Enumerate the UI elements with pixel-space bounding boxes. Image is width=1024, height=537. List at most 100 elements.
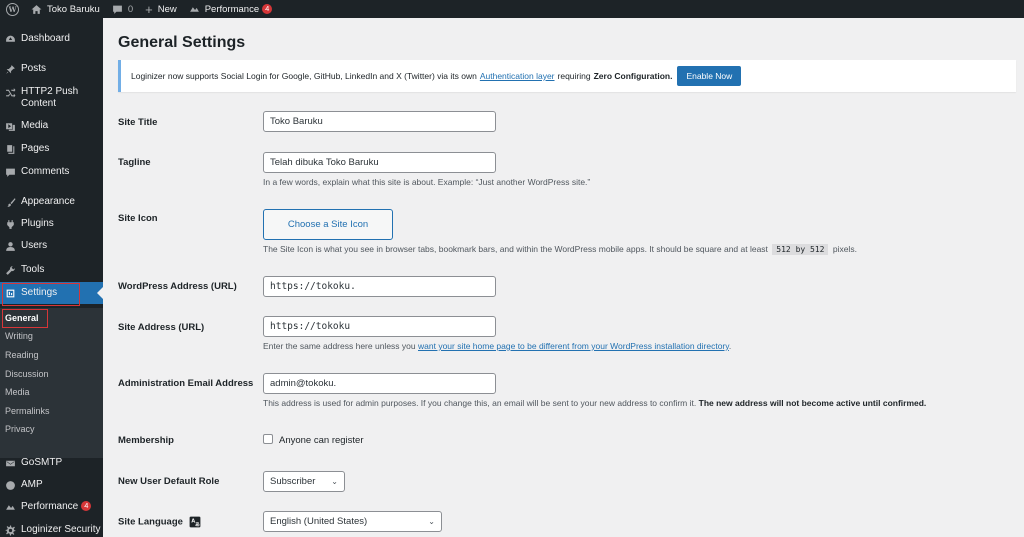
submenu-item-privacy[interactable]: Privacy	[5, 424, 35, 434]
site-name: Toko Baruku	[47, 3, 100, 15]
gear-icon	[4, 524, 16, 536]
performance-label: Performance	[204, 3, 260, 15]
admin-email-input[interactable]: admin@tokoku.	[263, 373, 496, 394]
comments-icon	[4, 166, 16, 178]
submenu-item-writing[interactable]: Writing	[5, 331, 33, 341]
settings-submenu: General Writing Reading Discussion Media…	[0, 308, 103, 458]
sidebar-item-appearance[interactable]: Appearance	[0, 196, 103, 208]
authentication-layer-link[interactable]: Authentication layer	[480, 71, 555, 81]
comments-menu[interactable]: 0	[106, 0, 139, 18]
admin-email-description: This address is used for admin purposes.…	[263, 398, 926, 408]
sidebar-item-label: AMP	[21, 479, 43, 490]
envelope-icon	[4, 457, 16, 469]
plug-icon	[4, 218, 16, 230]
sidebar-item-amp[interactable]: AMP	[0, 479, 103, 491]
sidebar-item-label: Comments	[21, 166, 70, 177]
tagline-input[interactable]: Telah dibuka Toko Baruku	[263, 152, 496, 173]
dashboard-icon	[4, 33, 16, 45]
site-icon-desc-text-2: pixels.	[832, 244, 857, 254]
translation-icon: Aあ	[189, 516, 201, 528]
sidebar-item-label: Pages	[21, 143, 50, 154]
site-address-description: Enter the same address here unless you w…	[263, 341, 731, 351]
loginizer-notice: Loginizer now supports Social Login for …	[118, 60, 1016, 92]
site-address-desc-period: .	[728, 341, 732, 351]
admin-email-desc-bold: The new address will not become active u…	[698, 398, 927, 408]
new-label: New	[157, 3, 177, 15]
admin-sidebar: Dashboard Posts HTTP2 Push Content Media…	[0, 18, 103, 537]
pushpin-icon	[4, 63, 16, 75]
highlight-box-general	[2, 309, 48, 328]
sidebar-item-gosmtp[interactable]: GoSMTP	[0, 457, 103, 469]
home-icon	[31, 4, 42, 15]
media-icon	[4, 120, 16, 132]
chevron-down-icon: ⌄	[331, 477, 338, 486]
site-language-selected: English (United States)	[270, 516, 368, 527]
performance-menu[interactable]: Performance 4	[183, 0, 279, 18]
enable-now-button[interactable]: Enable Now	[677, 66, 742, 86]
site-address-desc-text: Enter the same address here unless you	[263, 341, 416, 351]
anyone-can-register-checkbox[interactable]	[263, 434, 273, 444]
anyone-can-register-label[interactable]: Anyone can register	[279, 435, 364, 446]
sidebar-item-loginizer-security[interactable]: Loginizer Security	[0, 524, 103, 536]
sidebar-item-dashboard[interactable]: Dashboard	[0, 33, 103, 45]
sidebar-item-label: Users	[21, 240, 48, 251]
site-icon-size-code: 512 by 512	[772, 244, 829, 255]
sidebar-item-label: Tools	[21, 264, 45, 275]
submenu-item-permalinks[interactable]: Permalinks	[5, 406, 50, 416]
submenu-item-reading[interactable]: Reading	[5, 350, 39, 360]
site-language-select[interactable]: English (United States) ⌄	[263, 511, 442, 532]
admin-bar: W Toko Baruku 0 + New Performance 4	[0, 0, 1024, 18]
sidebar-item-pages[interactable]: Pages	[0, 143, 103, 155]
sidebar-item-comments[interactable]: Comments	[0, 166, 103, 178]
sidebar-item-media[interactable]: Media	[0, 120, 103, 132]
site-title-label: Site Title	[118, 117, 158, 128]
site-icon-description: The Site Icon is what you see in browser…	[263, 244, 857, 255]
site-home-different-link[interactable]: want your site home page to be different…	[418, 341, 729, 351]
sidebar-item-users[interactable]: Users	[0, 240, 103, 252]
default-role-select[interactable]: Subscriber ⌄	[263, 471, 345, 492]
choose-site-icon-button[interactable]: Choose a Site Icon	[263, 209, 393, 240]
admin-email-desc-text: This address is used for admin purposes.…	[263, 398, 697, 408]
site-icon-desc-text: The Site Icon is what you see in browser…	[263, 244, 768, 254]
sidebar-item-label: GoSMTP	[21, 457, 63, 468]
site-address-input[interactable]: https://tokoku	[263, 316, 496, 337]
page-title: General Settings	[118, 34, 246, 51]
wordpress-logo-menu[interactable]: W	[0, 0, 25, 18]
sidebar-item-label: Posts	[21, 63, 47, 74]
sidebar-item-label: Appearance	[21, 196, 75, 207]
comments-count: 0	[127, 3, 134, 15]
chevron-down-icon: ⌄	[428, 517, 435, 526]
admin-email-label: Administration Email Address	[118, 378, 254, 389]
sidebar-item-label: Media	[21, 120, 49, 131]
sidebar-item-http2-push-content[interactable]: HTTP2 Push Content	[0, 86, 103, 110]
sidebar-item-label: HTTP2 Push Content	[21, 86, 79, 109]
sidebar-item-posts[interactable]: Posts	[0, 63, 103, 75]
site-language-label-row: Site Language Aあ	[118, 516, 201, 528]
membership-label: Membership	[118, 435, 174, 446]
pages-icon	[4, 143, 16, 155]
sidebar-item-label: Performance	[21, 501, 79, 512]
performance-icon	[4, 501, 16, 513]
sidebar-item-label: Dashboard	[21, 33, 70, 44]
plus-icon: +	[145, 1, 153, 17]
wrench-icon	[4, 264, 16, 276]
sidebar-item-plugins[interactable]: Plugins	[0, 218, 103, 230]
notice-text: Loginizer now supports Social Login for …	[131, 71, 477, 81]
wordpress-address-input[interactable]: https://tokoku.	[263, 276, 496, 297]
submenu-item-media[interactable]: Media	[5, 387, 30, 397]
site-name-menu[interactable]: Toko Baruku	[25, 0, 106, 18]
new-content-menu[interactable]: + New	[139, 0, 183, 18]
comment-bubble-icon	[112, 4, 123, 15]
submenu-item-discussion[interactable]: Discussion	[5, 369, 49, 379]
sidebar-item-label: Plugins	[21, 218, 54, 229]
site-title-input[interactable]: Toko Baruku	[263, 111, 496, 132]
user-icon	[4, 240, 16, 252]
sidebar-item-performance[interactable]: Performance 4	[0, 501, 103, 513]
shuffle-icon	[4, 86, 16, 98]
sidebar-item-tools[interactable]: Tools	[0, 264, 103, 276]
notice-bold-text: Zero Configuration.	[593, 71, 673, 81]
site-icon-label: Site Icon	[118, 213, 158, 224]
default-role-selected: Subscriber	[270, 476, 316, 487]
tagline-label: Tagline	[118, 157, 151, 168]
performance-icon	[189, 4, 200, 15]
